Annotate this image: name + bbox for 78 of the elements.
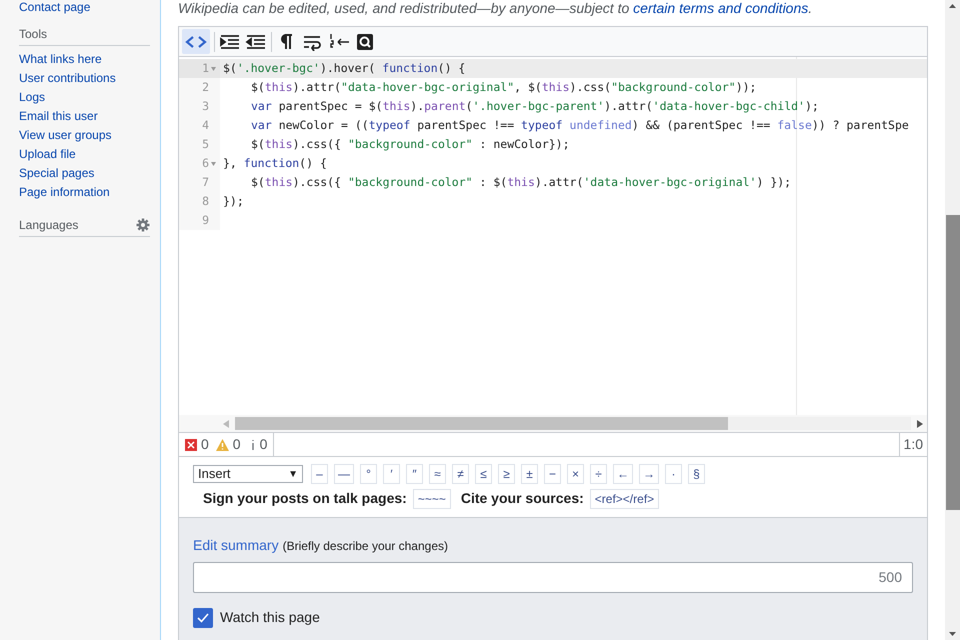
line-number: 4: [202, 116, 209, 134]
sign-label: Sign your posts on talk pages:: [203, 489, 407, 508]
code-line: }, function() {: [222, 154, 327, 172]
special-character[interactable]: —: [334, 464, 354, 484]
line-number: 2: [202, 78, 209, 96]
scroll-down-icon[interactable]: [949, 632, 956, 636]
sidebar-link[interactable]: View user groups: [19, 126, 112, 145]
edit-summary-hint: (Briefly describe your changes): [282, 538, 448, 555]
code-line: });: [222, 192, 244, 210]
special-character[interactable]: →: [639, 464, 659, 484]
license-notice: Wikipedia can be edited, used, and redistributed—by anyone—subject to certain terms and conditions.: [178, 0, 814, 17]
line-number: 9: [202, 212, 209, 229]
info-count: 0: [260, 435, 268, 454]
code-line: $(this).attr("data-hover-bgc-original", $(this).css("background-color"));: [250, 78, 756, 96]
special-character[interactable]: ·: [665, 464, 682, 484]
cursor-position: 1:0: [898, 433, 927, 456]
line-number: 7: [202, 174, 209, 191]
signature-button[interactable]: ~~~~: [412, 488, 451, 508]
sidebar-heading: Tools: [19, 26, 48, 43]
vertical-scrollbar[interactable]: [945, 0, 960, 640]
special-character[interactable]: −: [544, 464, 561, 484]
warning-icon: [216, 438, 229, 450]
line-number: 3: [202, 98, 209, 115]
code-line: var parentSpec = $(this).parent('.hover-bgc-parent').attr('data-hover-bgc-child');: [250, 98, 819, 115]
special-character[interactable]: –: [311, 464, 328, 484]
sidebar-link[interactable]: Special pages: [19, 164, 94, 183]
special-character[interactable]: ≠: [452, 464, 469, 484]
character-counter: 500: [878, 568, 902, 587]
special-character[interactable]: ±: [521, 464, 538, 484]
outdent-icon[interactable]: [245, 32, 267, 50]
fold-icon[interactable]: [211, 162, 216, 166]
scroll-right-icon[interactable]: [917, 420, 923, 428]
sidebar-link[interactable]: Page information: [19, 183, 110, 202]
watch-checkbox[interactable]: [193, 608, 213, 628]
insert-dropdown[interactable]: Insert ▼: [193, 465, 303, 483]
special-character[interactable]: ≥: [498, 464, 515, 484]
info-icon: [250, 438, 256, 450]
scroll-up-icon[interactable]: [949, 4, 956, 8]
sidebar-heading: Languages: [19, 217, 78, 234]
special-character[interactable]: ″: [406, 464, 423, 484]
horizontal-scrollbar[interactable]: [235, 417, 911, 430]
terms-link[interactable]: certain terms and conditions: [633, 0, 808, 16]
code-line: $('.hover-bgc').hover( function() {: [222, 60, 466, 77]
special-character[interactable]: ÷: [590, 464, 607, 484]
special-character[interactable]: ←: [613, 464, 633, 484]
settings-icon[interactable]: [136, 218, 150, 232]
check-icon: [197, 612, 209, 622]
line-numbers-icon[interactable]: [328, 32, 350, 50]
line-number: 8: [202, 192, 209, 210]
sidebar-link[interactable]: Email this user: [19, 107, 98, 126]
special-character[interactable]: ×: [567, 464, 584, 484]
special-character[interactable]: §: [688, 464, 705, 484]
code-line: $(this).css({ "background-color" : $(this).attr('data-hover-bgc-original') });: [250, 174, 792, 191]
line-number: 1: [202, 60, 209, 77]
error-icon: [185, 438, 197, 450]
cite-label: Cite your sources:: [460, 489, 584, 508]
sidebar-link[interactable]: What links here: [19, 50, 102, 69]
special-character[interactable]: °: [360, 464, 377, 484]
line-number: 6: [202, 154, 209, 172]
sidebar-link[interactable]: User contributions: [19, 69, 116, 88]
watch-label: Watch this page: [220, 608, 320, 627]
line-number: 5: [202, 136, 209, 153]
syntax-highlight-button[interactable]: [182, 29, 210, 54]
edit-summary-label: Edit summary: [193, 536, 279, 555]
warning-count: 0: [232, 435, 241, 454]
special-character[interactable]: ′: [383, 464, 400, 484]
ref-button[interactable]: <ref></ref>: [590, 488, 660, 508]
edit-summary-field[interactable]: 500: [193, 562, 913, 593]
special-character[interactable]: ≤: [475, 464, 492, 484]
sidebar-link[interactable]: Upload file: [19, 145, 76, 164]
code-line: var newColor = ((typeof parentSpec !== typeof undefined) && (parentSpec !== false)) ? parentSpe: [250, 116, 909, 134]
sidebar-link[interactable]: Logs: [19, 88, 46, 107]
special-character[interactable]: ≈: [429, 464, 446, 484]
search-icon[interactable]: [354, 32, 376, 50]
error-count: 0: [201, 435, 209, 454]
indent-icon[interactable]: [219, 32, 241, 50]
code-line: $(this).css({ "background-color" : newColor});: [250, 136, 570, 153]
sidebar-link[interactable]: Contact page: [19, 0, 150, 15]
